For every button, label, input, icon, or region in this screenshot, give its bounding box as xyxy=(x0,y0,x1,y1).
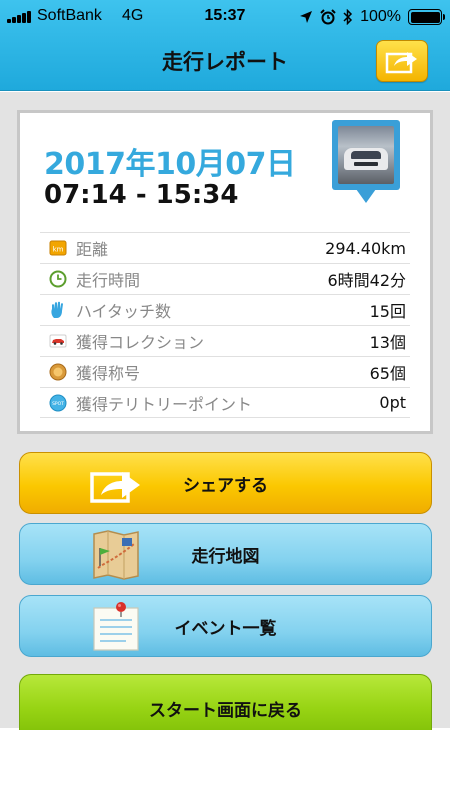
car-icon xyxy=(48,331,68,351)
event-list-button[interactable]: イベント一覧 xyxy=(19,595,432,657)
stat-row-territory: SPOT 獲得テリトリーポイント 0pt xyxy=(40,387,410,418)
stat-row-titles: 獲得称号 65個 xyxy=(40,356,410,387)
clock-icon xyxy=(48,269,68,289)
memo-icon xyxy=(93,602,139,651)
stat-value: 65個 xyxy=(369,364,406,383)
photo-pin[interactable] xyxy=(332,120,400,208)
car-photo xyxy=(338,126,394,184)
content-area: 2017年10月07日 07:14 - 15:34 km 距離 294.40km xyxy=(0,92,450,730)
stat-value: 6時間42分 xyxy=(327,271,406,290)
stat-value: 294.40km xyxy=(325,238,406,258)
stat-label: 走行時間 xyxy=(76,271,141,290)
stat-row-distance: km 距離 294.40km xyxy=(40,232,410,263)
hand-icon xyxy=(48,300,68,320)
location-icon xyxy=(300,11,313,23)
driving-map-label: 走行地図 xyxy=(191,546,260,567)
stat-row-collection: 獲得コレクション 13個 xyxy=(40,325,410,356)
stat-label: 獲得称号 xyxy=(76,364,141,383)
spot-icon: SPOT xyxy=(48,393,68,413)
stat-label: 距離 xyxy=(76,240,109,259)
driving-map-button[interactable]: 走行地図 xyxy=(19,523,432,585)
battery-percent: 100% xyxy=(360,8,401,25)
back-to-start-label: スタート画面に戻る xyxy=(149,701,302,721)
stat-label: ハイタッチ数 xyxy=(76,302,172,321)
share-icon xyxy=(90,472,140,503)
battery-icon xyxy=(408,9,445,25)
header-share-button[interactable] xyxy=(376,40,428,82)
report-time-range: 07:14 - 15:34 xyxy=(44,180,239,210)
stat-value: 13個 xyxy=(369,333,406,352)
svg-text:km: km xyxy=(53,246,64,254)
stat-value: 15回 xyxy=(369,302,406,321)
event-list-label: イベント一覧 xyxy=(174,618,277,639)
report-card: 2017年10月07日 07:14 - 15:34 km 距離 294.40km xyxy=(17,110,433,434)
svg-text:SPOT: SPOT xyxy=(52,401,64,407)
stats-list: km 距離 294.40km 走行時間 6時間42分 ハイタッチ数 15回 獲得… xyxy=(40,232,410,418)
stat-row-high-touch: ハイタッチ数 15回 xyxy=(40,294,410,325)
bluetooth-icon xyxy=(343,9,353,25)
share-button-label: シェアする xyxy=(183,475,268,496)
km-icon: km xyxy=(48,238,68,258)
medal-icon xyxy=(48,362,68,382)
alarm-icon xyxy=(320,9,336,25)
app-header: SoftBank 4G 15:37 100% 走行レポート xyxy=(0,0,450,91)
share-icon xyxy=(385,52,417,74)
map-icon xyxy=(93,530,139,580)
share-button[interactable]: シェアする xyxy=(19,452,432,514)
report-date: 2017年10月07日 xyxy=(44,147,296,182)
back-to-start-button[interactable]: スタート画面に戻る xyxy=(19,674,432,730)
stat-value: 0pt xyxy=(379,393,406,412)
status-bar: SoftBank 4G 15:37 100% xyxy=(0,0,450,34)
stat-row-driving-time: 走行時間 6時間42分 xyxy=(40,263,410,294)
stat-label: 獲得コレクション xyxy=(76,333,205,352)
stat-label: 獲得テリトリーポイント xyxy=(76,394,253,414)
